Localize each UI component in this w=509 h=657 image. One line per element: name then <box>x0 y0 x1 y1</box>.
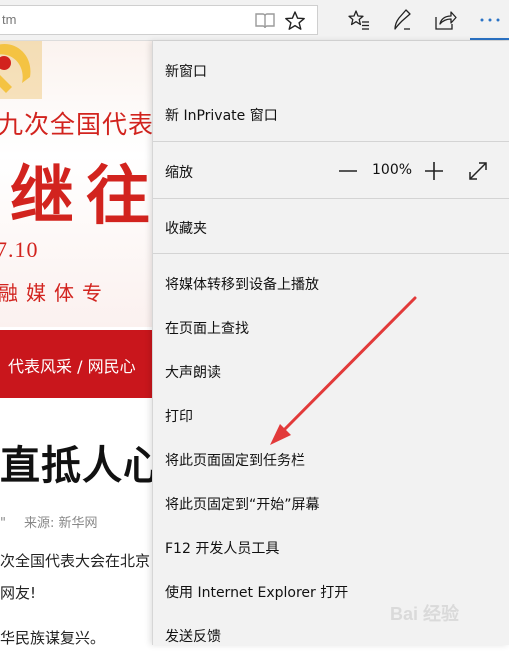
favorite-star-icon[interactable] <box>284 10 306 32</box>
zoom-level: 100% <box>372 162 413 178</box>
menu-item-label: F12 开发人员工具 <box>165 541 280 557</box>
article-source: 来源: 新华网 <box>23 516 98 531</box>
address-url-text[interactable]: tm <box>2 12 16 27</box>
web-notes-icon[interactable] <box>390 8 414 32</box>
zoom-out-icon[interactable] <box>336 160 360 182</box>
menu-item-new-window[interactable]: 新窗口 <box>153 48 509 92</box>
article-meta-mark: " <box>0 516 6 531</box>
menu-item-new-inprivate-window[interactable]: 新 InPrivate 窗口 <box>153 92 509 136</box>
share-icon[interactable] <box>433 8 457 32</box>
menu-item-label: 新 InPrivate 窗口 <box>165 108 278 124</box>
menu-item-read-aloud[interactable]: 大声朗读 <box>153 349 509 393</box>
menu-divider <box>153 141 509 142</box>
menu-item-zoom: 缩放 100% <box>153 149 509 193</box>
full-screen-icon[interactable] <box>466 159 490 183</box>
watermark-logo: Bai 经验 <box>390 596 505 626</box>
watermark-text: Bai 经验 <box>390 604 460 624</box>
banner-headline: 九次全国代表 <box>0 110 152 139</box>
menu-item-label: 将此页面固定到任务栏 <box>165 453 305 469</box>
party-emblem-icon <box>0 41 42 99</box>
article-paragraph: 华民族谋复兴。 <box>0 629 106 645</box>
menu-item-cast-media[interactable]: 将媒体转移到设备上播放 <box>153 261 509 305</box>
menu-item-label: 使用 Internet Explorer 打开 <box>165 585 349 601</box>
menu-item-pin-to-start[interactable]: 将此页固定到“开始”屏幕 <box>153 481 509 525</box>
menu-item-label: 大声朗读 <box>165 365 221 381</box>
menu-item-label: 缩放 <box>165 165 193 181</box>
article-paragraph: 次全国代表大会在北京 <box>0 552 151 570</box>
menu-item-label: 新窗口 <box>165 64 207 80</box>
page-navbar: 代表风采 / 网民心 <box>0 330 152 398</box>
menu-divider <box>153 198 509 199</box>
menu-item-developer-tools[interactable]: F12 开发人员工具 <box>153 525 509 569</box>
navbar-links[interactable]: 代表风采 / 网民心 <box>8 353 136 377</box>
page-banner: 九次全国代表 继往 7.10 融媒体专 <box>0 41 152 327</box>
zoom-in-icon[interactable] <box>422 159 446 183</box>
menu-item-pin-to-taskbar[interactable]: 将此页面固定到任务栏 <box>153 437 509 481</box>
article-meta: " 来源: 新华网 <box>0 512 98 531</box>
menu-item-label: 打印 <box>165 409 193 425</box>
menu-item-label: 将此页固定到“开始”屏幕 <box>165 497 320 513</box>
banner-big-characters: 继往 <box>10 159 152 234</box>
address-bar[interactable]: tm <box>0 5 318 35</box>
menu-item-label: 发送反馈 <box>165 629 221 645</box>
menu-item-find-on-page[interactable]: 在页面上查找 <box>153 305 509 349</box>
browser-toolbar: tm <box>0 0 509 41</box>
banner-date: 7.10 <box>0 237 39 262</box>
article-paragraph: 网友! <box>0 584 37 602</box>
more-icon[interactable] <box>478 8 502 32</box>
menu-item-label: 将媒体转移到设备上播放 <box>165 277 319 293</box>
menu-item-label: 收藏夹 <box>165 221 207 237</box>
menu-item-print[interactable]: 打印 <box>153 393 509 437</box>
menu-item-label: 在页面上查找 <box>165 321 249 337</box>
more-button-active-indicator <box>470 38 509 40</box>
article-title: 直抵人心 <box>0 443 152 489</box>
menu-divider <box>153 253 509 254</box>
menu-item-favorites[interactable]: 收藏夹 <box>153 205 509 249</box>
banner-subtitle: 融媒体专 <box>0 281 110 305</box>
hub-icon[interactable] <box>347 8 371 32</box>
more-actions-menu: 新窗口 新 InPrivate 窗口 缩放 100% 收藏夹 将媒体转移到设备上… <box>152 41 509 645</box>
reading-view-icon[interactable] <box>254 11 276 31</box>
web-page-content: 九次全国代表 继往 7.10 融媒体专 代表风采 / 网民心 直抵人心 " 来源:… <box>0 41 152 645</box>
